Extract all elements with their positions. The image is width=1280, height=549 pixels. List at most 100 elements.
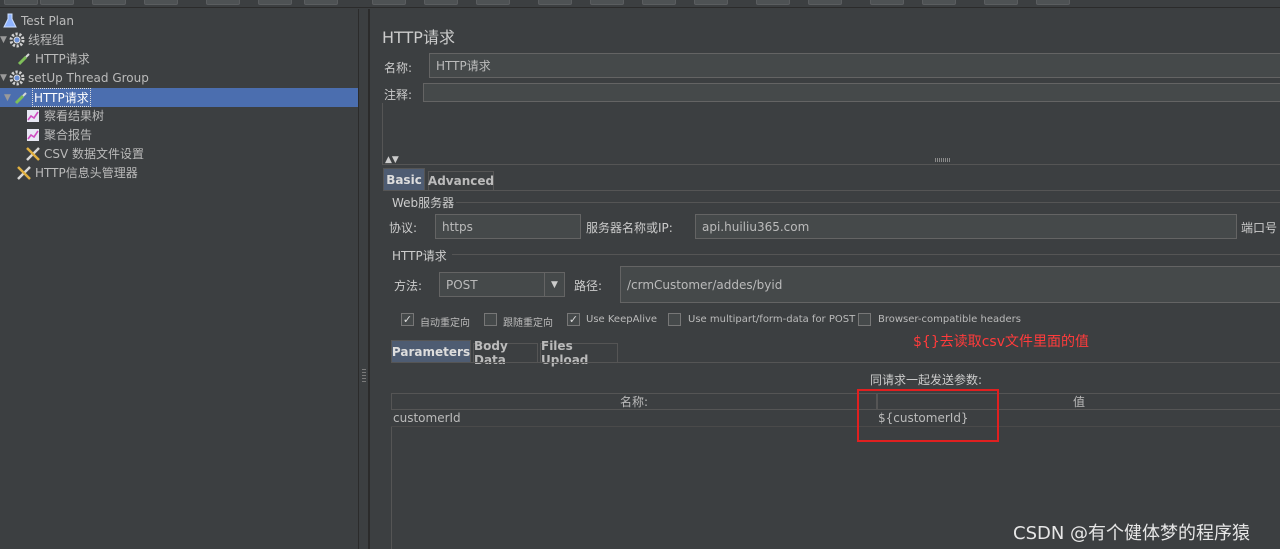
- gear-icon: [9, 32, 25, 48]
- server-field[interactable]: api.huiliu365.com: [695, 214, 1237, 239]
- keepalive-checkbox[interactable]: ✓: [567, 313, 580, 326]
- toolbar-button[interactable]: [642, 0, 676, 5]
- checkbox-label: Use multipart/form-data for POST: [688, 314, 856, 325]
- chart-icon: [25, 108, 41, 124]
- toolbar-button[interactable]: [144, 0, 178, 5]
- browser-headers-checkbox[interactable]: [858, 313, 871, 326]
- toolbar-button[interactable]: [258, 0, 292, 5]
- resize-grip-icon[interactable]: [935, 158, 951, 162]
- tree-item-aggregate-report[interactable]: 聚合报告: [25, 125, 92, 144]
- path-label: 路径:: [574, 279, 603, 293]
- toolbar-button[interactable]: [424, 0, 458, 5]
- http-request-section: HTTP请求: [392, 249, 447, 263]
- section-divider: [452, 254, 1280, 255]
- name-field[interactable]: HTTP请求: [429, 53, 1280, 78]
- pipette-icon: [13, 90, 29, 106]
- expand-arrow-icon[interactable]: ▼: [0, 73, 9, 83]
- toolbar-button[interactable]: [590, 0, 624, 5]
- expand-arrow-icon[interactable]: ▼: [0, 35, 9, 45]
- panel-splitter[interactable]: [358, 9, 369, 549]
- tree-item-thread-group[interactable]: ▼ 线程组: [0, 30, 64, 49]
- tab-divider: [391, 362, 1280, 363]
- toolbar-button[interactable]: [870, 0, 904, 5]
- splitter-grip-icon[interactable]: [362, 369, 366, 383]
- checkbox-label: Use KeepAlive: [586, 314, 658, 325]
- tree-item-csv-data-set[interactable]: CSV 数据文件设置: [25, 144, 144, 163]
- watermark: CSDN @有个健体梦的程序猿: [1013, 523, 1251, 544]
- toolbar-button[interactable]: [922, 0, 956, 5]
- tree-item-label: setUp Thread Group: [28, 70, 149, 85]
- toolbar-button[interactable]: [808, 0, 842, 5]
- protocol-label: 协议:: [389, 221, 418, 235]
- port-label: 端口号: [1241, 221, 1278, 235]
- tab-advanced[interactable]: Advanced: [428, 171, 494, 190]
- comment-area: [382, 103, 1280, 165]
- tree-item-label: 察看结果树: [44, 109, 105, 123]
- tree-item-http-request[interactable]: HTTP请求: [16, 49, 90, 68]
- checkbox-label: 自动重定向: [420, 318, 470, 329]
- toolbar: [0, 0, 1280, 8]
- tree-item-label: 线程组: [28, 33, 65, 47]
- tree-item-label: HTTP请求: [32, 88, 91, 107]
- toolbar-button[interactable]: [476, 0, 510, 5]
- tab-parameters[interactable]: Parameters: [391, 340, 471, 362]
- tree-item-view-results-tree[interactable]: 察看结果树: [25, 106, 104, 125]
- toolbar-button[interactable]: [984, 0, 1018, 5]
- column-header-name[interactable]: 名称:: [391, 393, 877, 410]
- pipette-icon: [16, 51, 32, 67]
- toolbar-button[interactable]: [756, 0, 790, 5]
- checkbox-label: 跟随重定向: [503, 318, 553, 329]
- page-title: HTTP请求: [382, 28, 455, 47]
- collapse-arrows-icon[interactable]: ▲▼: [385, 155, 399, 165]
- multipart-checkbox[interactable]: [668, 313, 681, 326]
- method-value: POST: [446, 277, 478, 292]
- tab-files-upload[interactable]: Files Upload: [540, 339, 618, 367]
- flask-icon: [2, 13, 18, 29]
- method-select[interactable]: POST ▼: [439, 272, 565, 297]
- wrench-icon: [25, 146, 41, 162]
- tree-item-label: CSV 数据文件设置: [44, 147, 145, 161]
- toolbar-button[interactable]: [40, 0, 74, 5]
- http-request-panel: HTTP请求 名称: HTTP请求 注释: ▲▼ Basic Advanced …: [369, 9, 1280, 549]
- tab-divider: [383, 190, 1280, 191]
- protocol-field[interactable]: https: [435, 214, 581, 239]
- table-row[interactable]: customerId ${customerId}: [391, 410, 1280, 427]
- comment-label: 注释:: [384, 88, 413, 102]
- toolbar-button[interactable]: [372, 0, 406, 5]
- chevron-down-icon[interactable]: ▼: [544, 273, 564, 296]
- follow-redirects-auto-checkbox[interactable]: ✓: [401, 313, 414, 326]
- param-name-cell[interactable]: customerId: [393, 411, 461, 425]
- params-caption: 同请求一起发送参数:: [870, 373, 983, 387]
- server-label: 服务器名称或IP:: [586, 221, 673, 235]
- annotation-text: ${}去读取csv文件里面的值: [913, 334, 1089, 350]
- toolbar-button[interactable]: [4, 0, 38, 5]
- gear-icon: [9, 70, 25, 86]
- toolbar-button[interactable]: [206, 0, 240, 5]
- path-field[interactable]: /crmCustomer/addes/byid: [620, 266, 1280, 303]
- tree-item-http-request-selected[interactable]: ▼ HTTP请求: [0, 88, 358, 107]
- tree-item-label: HTTP请求: [35, 52, 90, 66]
- toolbar-button[interactable]: [1036, 0, 1070, 5]
- tab-basic[interactable]: Basic: [383, 168, 425, 190]
- chart-icon: [25, 127, 41, 143]
- wrench-icon: [16, 165, 32, 181]
- section-divider: [456, 202, 1280, 203]
- comment-field[interactable]: [423, 83, 1280, 102]
- toolbar-button[interactable]: [694, 0, 728, 5]
- tree-item-setup-thread-group[interactable]: ▼ setUp Thread Group: [0, 68, 149, 87]
- tree-item-label: HTTP信息头管理器: [35, 166, 138, 180]
- tab-body-data[interactable]: Body Data: [473, 339, 538, 367]
- toolbar-button[interactable]: [304, 0, 338, 5]
- tree-item-test-plan[interactable]: Test Plan: [2, 11, 74, 30]
- method-label: 方法:: [394, 279, 423, 293]
- follow-redirects-checkbox[interactable]: [484, 313, 497, 326]
- web-server-section: Web服务器: [392, 196, 455, 210]
- toolbar-button[interactable]: [538, 0, 572, 5]
- tree-item-label: 聚合报告: [44, 128, 93, 142]
- test-plan-tree: Test Plan ▼ 线程组 HTTP请求 ▼ setUp Thread Gr…: [0, 9, 358, 549]
- tree-item-header-manager[interactable]: HTTP信息头管理器: [16, 163, 138, 182]
- toolbar-button[interactable]: [92, 0, 126, 5]
- name-label: 名称:: [384, 61, 413, 75]
- checkbox-label: Browser-compatible headers: [878, 314, 1021, 325]
- expand-arrow-icon[interactable]: ▼: [4, 93, 13, 103]
